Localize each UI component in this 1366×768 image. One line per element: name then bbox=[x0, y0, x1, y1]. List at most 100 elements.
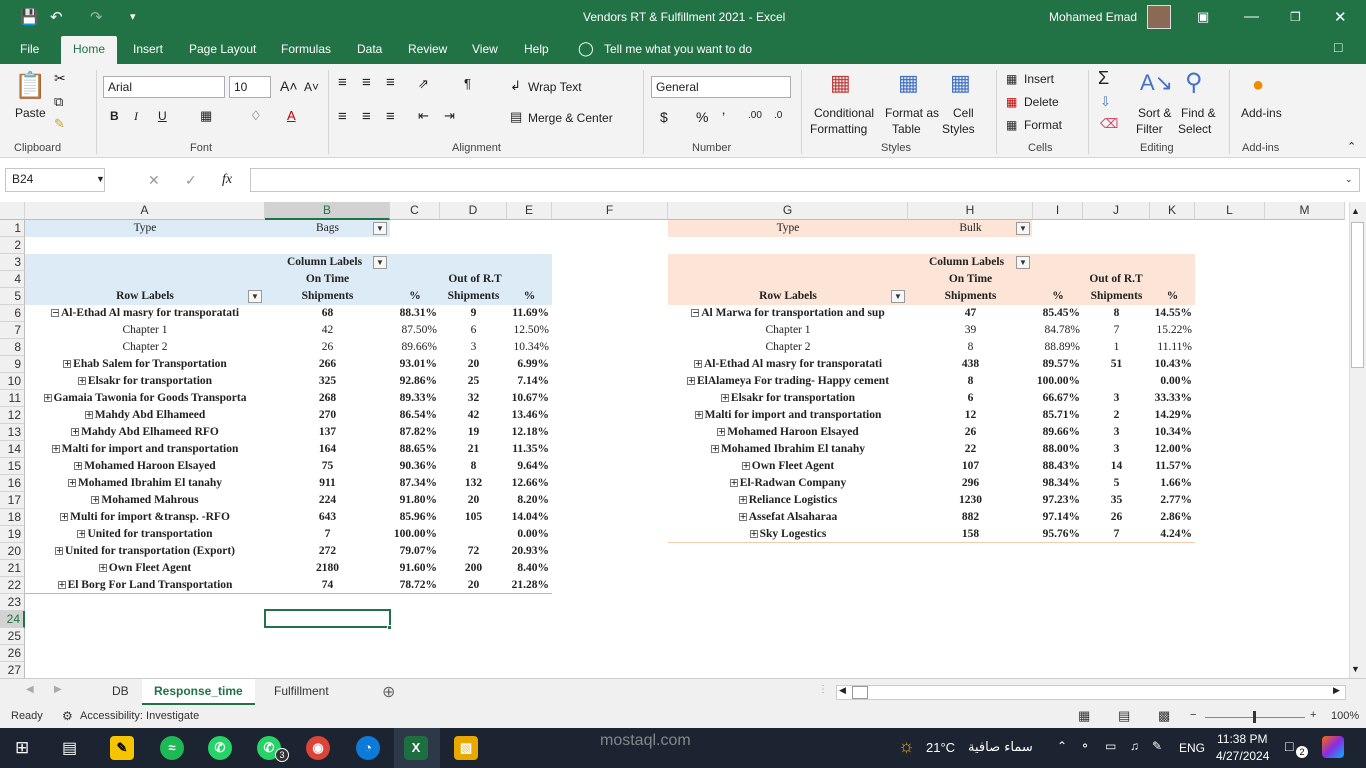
row-header[interactable]: 25 bbox=[0, 628, 25, 645]
zoom-out-icon[interactable]: − bbox=[1190, 709, 1196, 721]
insert-function-icon[interactable]: fx bbox=[222, 172, 232, 188]
pivot-cell[interactable]: 8 bbox=[908, 339, 1033, 356]
pivot-cell[interactable]: 643 bbox=[265, 509, 390, 526]
pivot-cell[interactable]: 87.82% bbox=[390, 424, 440, 441]
pivot-cell[interactable]: 0.00% bbox=[507, 526, 552, 543]
row-header[interactable]: 18 bbox=[0, 509, 25, 526]
row-header[interactable]: 22 bbox=[0, 577, 25, 594]
pivot-cell[interactable]: 21 bbox=[440, 441, 507, 458]
align-bottom-icon[interactable]: ≡ bbox=[386, 74, 395, 91]
expand-formula-icon[interactable]: ⌄ bbox=[1345, 174, 1353, 185]
pivot-cell[interactable]: 266 bbox=[265, 356, 390, 373]
column-header[interactable]: C bbox=[390, 202, 440, 220]
excel-icon[interactable]: X bbox=[404, 736, 428, 760]
fill-color-icon[interactable]: ♢ bbox=[250, 108, 262, 124]
pivot-cell[interactable]: 268 bbox=[265, 390, 390, 407]
row-label[interactable]: + Own Fleet Agent bbox=[25, 560, 265, 577]
pivot-cell[interactable]: 5 bbox=[1083, 475, 1150, 492]
spotify-icon[interactable]: ≈ bbox=[160, 736, 184, 760]
pivot-cell[interactable]: 68 bbox=[265, 305, 390, 322]
collapse-icon[interactable]: − bbox=[50, 309, 59, 318]
pivot-cell[interactable]: 86.54% bbox=[390, 407, 440, 424]
pivot-cell[interactable]: 66.67% bbox=[1033, 390, 1083, 407]
column-header[interactable]: I bbox=[1033, 202, 1083, 220]
increase-font-icon[interactable]: A˄ bbox=[280, 78, 298, 94]
row-label[interactable]: + Mohamed Haroon Elsayed bbox=[668, 424, 908, 441]
pivot-cell[interactable]: 12.18% bbox=[507, 424, 552, 441]
pivot-cell[interactable]: 270 bbox=[265, 407, 390, 424]
pivot-cell[interactable]: 8 bbox=[440, 458, 507, 475]
pen-icon[interactable]: ✎ bbox=[1152, 739, 1162, 753]
expand-icon[interactable]: + bbox=[74, 462, 83, 471]
pivot-cell[interactable]: 88.65% bbox=[390, 441, 440, 458]
find-select-button-2[interactable]: Select bbox=[1178, 122, 1211, 136]
pivot-cell[interactable]: 89.33% bbox=[390, 390, 440, 407]
left-row-labels-dropdown[interactable]: ▼ bbox=[248, 290, 262, 303]
ribbon-display-icon[interactable]: ▣ bbox=[1197, 9, 1209, 25]
pivot-cell[interactable]: 6 bbox=[908, 390, 1033, 407]
file-explorer-icon[interactable]: ▧ bbox=[454, 736, 478, 760]
row-label[interactable]: + United for transportation (Export) bbox=[25, 543, 265, 560]
pivot-cell[interactable]: 100.00% bbox=[1033, 373, 1083, 390]
pivot-cell[interactable]: 42 bbox=[440, 407, 507, 424]
page-layout-view-icon[interactable]: ▤ bbox=[1118, 708, 1130, 724]
row-label[interactable]: + Own Fleet Agent bbox=[668, 458, 908, 475]
spreadsheet-grid[interactable]: ABCDEFGHIJKLM 1 2 3 4 5 6 7 8 9 10 11 12 13 14 15 16 17 1… bbox=[0, 202, 1366, 678]
pivot-cell[interactable]: 438 bbox=[908, 356, 1033, 373]
row-label[interactable]: + Elsakr for transportation bbox=[668, 390, 908, 407]
row-label[interactable]: + ElAlameya For trading- Happy cement bbox=[668, 373, 908, 390]
pivot-cell[interactable]: 75 bbox=[265, 458, 390, 475]
active-cell[interactable] bbox=[264, 609, 391, 628]
row-header[interactable]: 11 bbox=[0, 390, 25, 407]
column-header[interactable]: J bbox=[1083, 202, 1150, 220]
autosum-icon[interactable]: Σ bbox=[1098, 68, 1109, 89]
pivot-cell[interactable]: 12 bbox=[908, 407, 1033, 424]
row-label[interactable]: − Al Marwa for transportation and sup bbox=[668, 305, 908, 322]
chrome-icon[interactable]: ◉ bbox=[306, 736, 330, 760]
row-label[interactable]: + Malti for import and transportation bbox=[668, 407, 908, 424]
clock-time[interactable]: 11:38 PM bbox=[1217, 732, 1267, 746]
pivot-cell[interactable]: 91.60% bbox=[390, 560, 440, 577]
row-header[interactable]: 10 bbox=[0, 373, 25, 390]
row-label[interactable]: + Ehab Salem for Transportation bbox=[25, 356, 265, 373]
align-right-icon[interactable]: ≡ bbox=[386, 108, 395, 125]
bold-icon[interactable]: B bbox=[110, 109, 119, 123]
row-label[interactable]: + Elsakr for transportation bbox=[25, 373, 265, 390]
format-as-table-button-2[interactable]: Table bbox=[892, 122, 921, 136]
decrease-font-icon[interactable]: A˅ bbox=[304, 80, 319, 94]
pivot-cell[interactable]: 14.04% bbox=[507, 509, 552, 526]
conditional-formatting-button-2[interactable]: Formatting bbox=[810, 122, 867, 136]
pivot-cell[interactable]: 6.99% bbox=[507, 356, 552, 373]
minimize-icon[interactable]: — bbox=[1244, 8, 1259, 25]
tab-data[interactable]: Data bbox=[357, 42, 382, 56]
row-header[interactable]: 1 bbox=[0, 220, 25, 237]
pivot-cell[interactable]: 51 bbox=[1083, 356, 1150, 373]
paste-button[interactable]: Paste bbox=[15, 106, 46, 120]
tab-insert[interactable]: Insert bbox=[133, 42, 163, 56]
pivot-cell[interactable]: 20 bbox=[440, 356, 507, 373]
pivot-cell[interactable]: 10.67% bbox=[507, 390, 552, 407]
align-top-icon[interactable]: ≡ bbox=[338, 74, 347, 91]
enter-icon[interactable]: ✓ bbox=[185, 172, 197, 189]
add-sheet-icon[interactable]: ⊕ bbox=[382, 682, 395, 702]
row-header[interactable]: 3 bbox=[0, 254, 25, 271]
expand-icon[interactable]: + bbox=[686, 377, 695, 386]
weather-icon[interactable]: ☼ bbox=[898, 736, 915, 757]
notification-center-icon[interactable]: □ bbox=[1285, 738, 1293, 754]
expand-icon[interactable]: + bbox=[741, 462, 750, 471]
pivot-cell[interactable]: 272 bbox=[265, 543, 390, 560]
tab-help[interactable]: Help bbox=[524, 42, 549, 56]
tab-view[interactable]: View bbox=[472, 42, 498, 56]
next-sheet-icon[interactable]: ▶ bbox=[54, 684, 62, 695]
column-header[interactable]: G bbox=[668, 202, 908, 220]
column-header[interactable]: F bbox=[552, 202, 668, 220]
page-break-view-icon[interactable]: ▩ bbox=[1158, 708, 1170, 724]
merge-center-button[interactable]: Merge & Center bbox=[528, 111, 613, 125]
pivot-cell[interactable]: 7 bbox=[1083, 322, 1150, 339]
expand-icon[interactable]: + bbox=[57, 581, 66, 590]
pivot-cell[interactable]: 325 bbox=[265, 373, 390, 390]
row-label[interactable]: + Multi for import &transp. -RFO bbox=[25, 509, 265, 526]
pivot-cell[interactable]: 132 bbox=[440, 475, 507, 492]
row-label[interactable]: + Al-Ethad Al masry for transporatati bbox=[668, 356, 908, 373]
pivot-cell[interactable]: 12.00% bbox=[1150, 441, 1195, 458]
